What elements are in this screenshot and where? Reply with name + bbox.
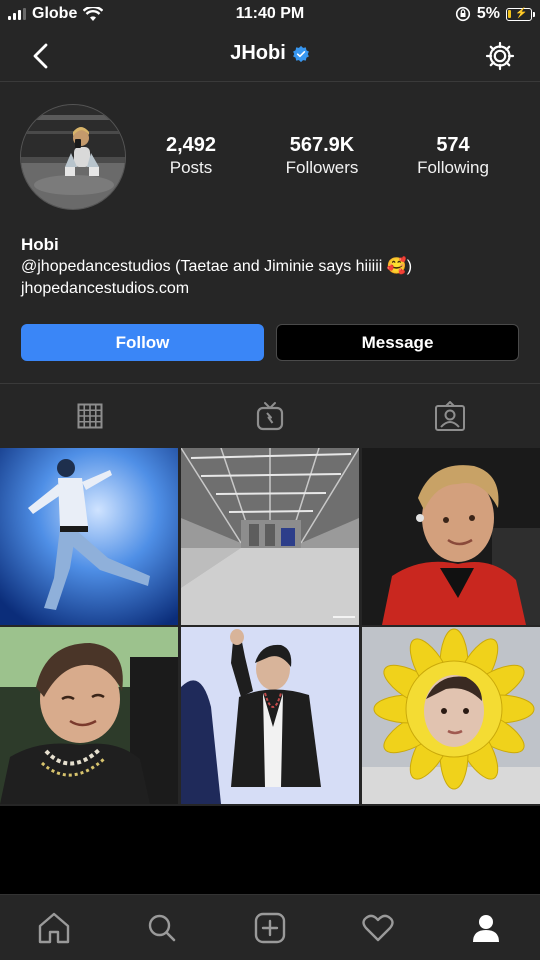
follow-button[interactable]: Follow [21, 324, 264, 361]
tab-igtv[interactable] [180, 384, 360, 447]
profile-tabs [0, 383, 540, 447]
display-name: Hobi [21, 235, 59, 254]
profile-icon [473, 914, 499, 942]
nav-search[interactable] [108, 895, 216, 960]
activity-heart-icon [362, 914, 394, 941]
followers-stat[interactable]: 567.9K Followers [272, 134, 372, 180]
search-icon [148, 914, 176, 941]
nav-activity[interactable] [324, 895, 432, 960]
post-thumbnail[interactable] [181, 448, 359, 625]
home-icon [38, 912, 70, 943]
following-stat[interactable]: 574 Following [408, 134, 498, 180]
followers-label: Followers [285, 158, 359, 177]
grid-icon [77, 403, 103, 428]
following-label: Following [417, 158, 489, 177]
settings-gear-button[interactable] [484, 40, 516, 72]
add-post-icon [254, 912, 286, 943]
post-thumbnail[interactable] [181, 627, 359, 804]
battery-icon: ⚡ [506, 7, 535, 21]
bio-text: @jhopedancestudios (Taetae and Jiminie s… [21, 258, 413, 275]
status-bar: Globe 11:40 PM 5% ⚡ [0, 0, 540, 30]
nav-new-post[interactable] [216, 895, 324, 960]
tab-tagged[interactable] [360, 384, 540, 447]
tab-grid[interactable] [0, 384, 180, 447]
posts-count: 2,492 [165, 134, 217, 156]
posts-stat[interactable]: 2,492 Posts [150, 134, 232, 180]
empty-feed-area [0, 806, 540, 894]
nav-profile[interactable] [432, 895, 540, 960]
profile-username: JHobi [230, 42, 286, 64]
nav-home[interactable] [0, 895, 108, 960]
post-thumbnail[interactable] [362, 448, 540, 625]
posts-grid [0, 448, 540, 804]
bottom-nav [0, 894, 540, 960]
post-thumbnail[interactable] [362, 627, 540, 804]
post-thumbnail[interactable] [0, 627, 178, 804]
following-count: 574 [436, 134, 470, 156]
orientation-lock-icon [455, 6, 470, 22]
post-thumbnail[interactable] [0, 448, 178, 625]
followers-count: 567.9K [289, 134, 355, 156]
profile-avatar[interactable] [20, 104, 126, 210]
message-button[interactable]: Message [276, 324, 519, 361]
tagged-icon [435, 400, 465, 431]
battery-percent: 5% [476, 5, 500, 22]
website-link[interactable]: jhopedancestudios.com [21, 278, 521, 300]
igtv-icon [256, 401, 284, 430]
posts-label: Posts [169, 158, 213, 177]
top-nav: JHobi [0, 30, 540, 82]
verified-badge-icon [292, 45, 309, 62]
profile-bio: Hobi @jhopedancestudios (Taetae and Jimi… [21, 234, 521, 300]
